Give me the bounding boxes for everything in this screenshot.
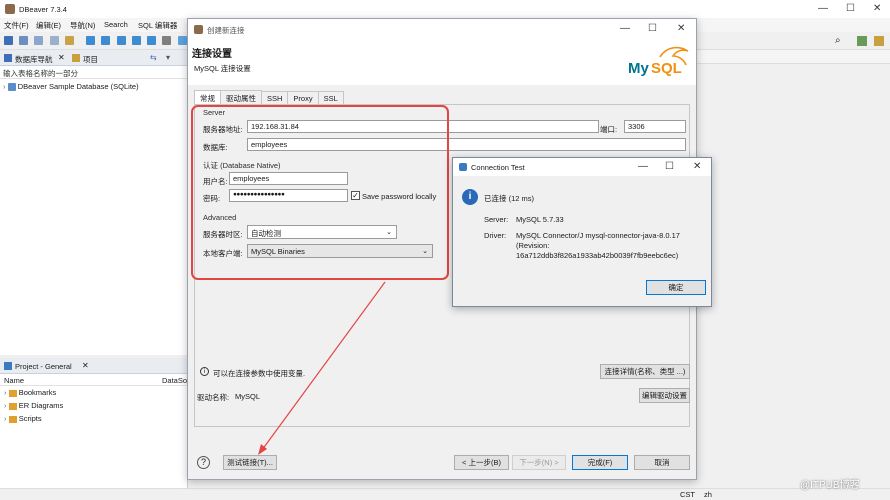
popup-title: Connection Test	[471, 163, 525, 172]
annotation-arrow	[258, 281, 386, 455]
maximize-icon[interactable]: ☐	[665, 161, 674, 172]
popup-titlebar: Connection Test — ☐ ✕	[453, 158, 711, 176]
watermark: @ITPUB博客	[800, 480, 860, 491]
server-label: Server:	[484, 215, 509, 224]
close-icon[interactable]: ✕	[693, 161, 701, 172]
ok-button[interactable]: 确定	[646, 280, 706, 295]
connected-message: 已连接 (12 ms)	[484, 194, 535, 203]
connection-test-dialog: Connection Test — ☐ ✕ i 已连接 (12 ms) Serv…	[452, 157, 712, 307]
driver-line-3: 16a712ddb3f826a1933ab42b0039f7fb9eebc6ec…	[516, 251, 679, 260]
database-icon	[459, 163, 467, 171]
driver-line-2: (Revision:	[516, 241, 550, 250]
minimize-icon[interactable]: —	[638, 161, 648, 172]
server-value: MySQL 5.7.33	[516, 215, 564, 224]
info-icon: i	[462, 189, 478, 205]
driver-label: Driver:	[484, 231, 507, 240]
driver-line-1: MySQL Connector/J mysql-connector-java-8…	[516, 231, 680, 240]
